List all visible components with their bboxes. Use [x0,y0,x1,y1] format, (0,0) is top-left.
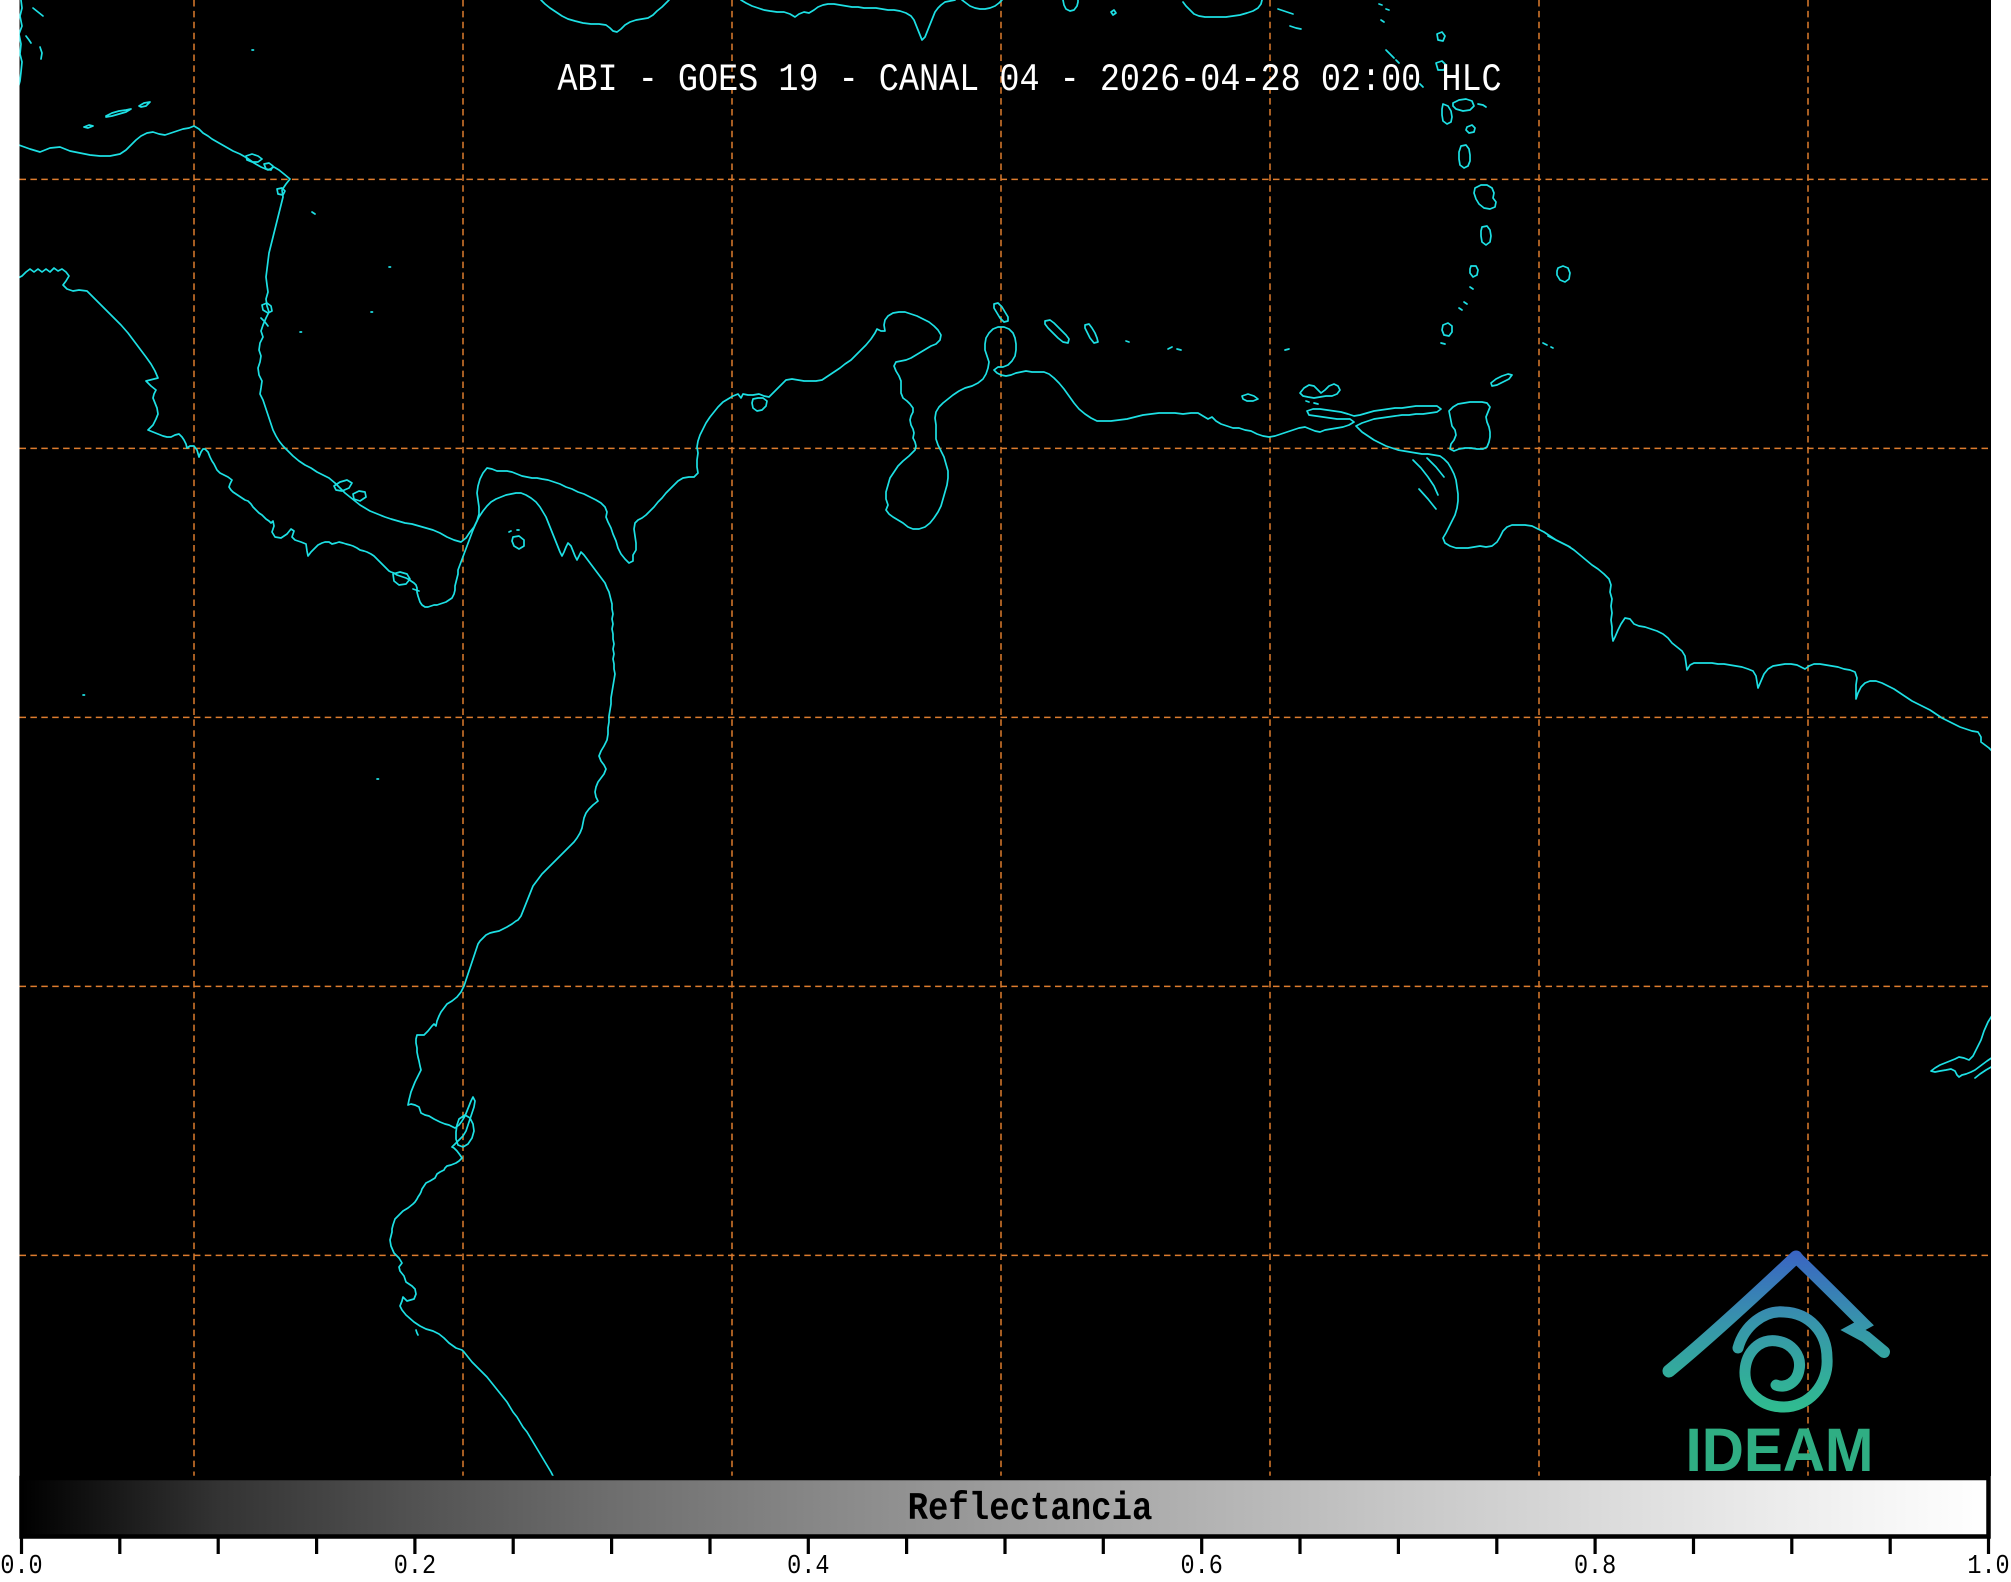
svg-text:0.6: 0.6 [1181,1551,1223,1577]
svg-text:0.2: 0.2 [394,1551,436,1577]
svg-text:ABI - GOES 19 - CANAL 04 - 202: ABI - GOES 19 - CANAL 04 - 2026-04-28 02… [557,58,1501,102]
svg-text:Reflectancia: Reflectancia [908,1487,1153,1531]
svg-text:0.0: 0.0 [0,1551,42,1577]
svg-text:IDEAM: IDEAM [1686,1416,1874,1484]
svg-text:1.0: 1.0 [1967,1551,2009,1577]
svg-text:0.8: 0.8 [1574,1551,1616,1577]
svg-text:0.4: 0.4 [787,1551,829,1577]
